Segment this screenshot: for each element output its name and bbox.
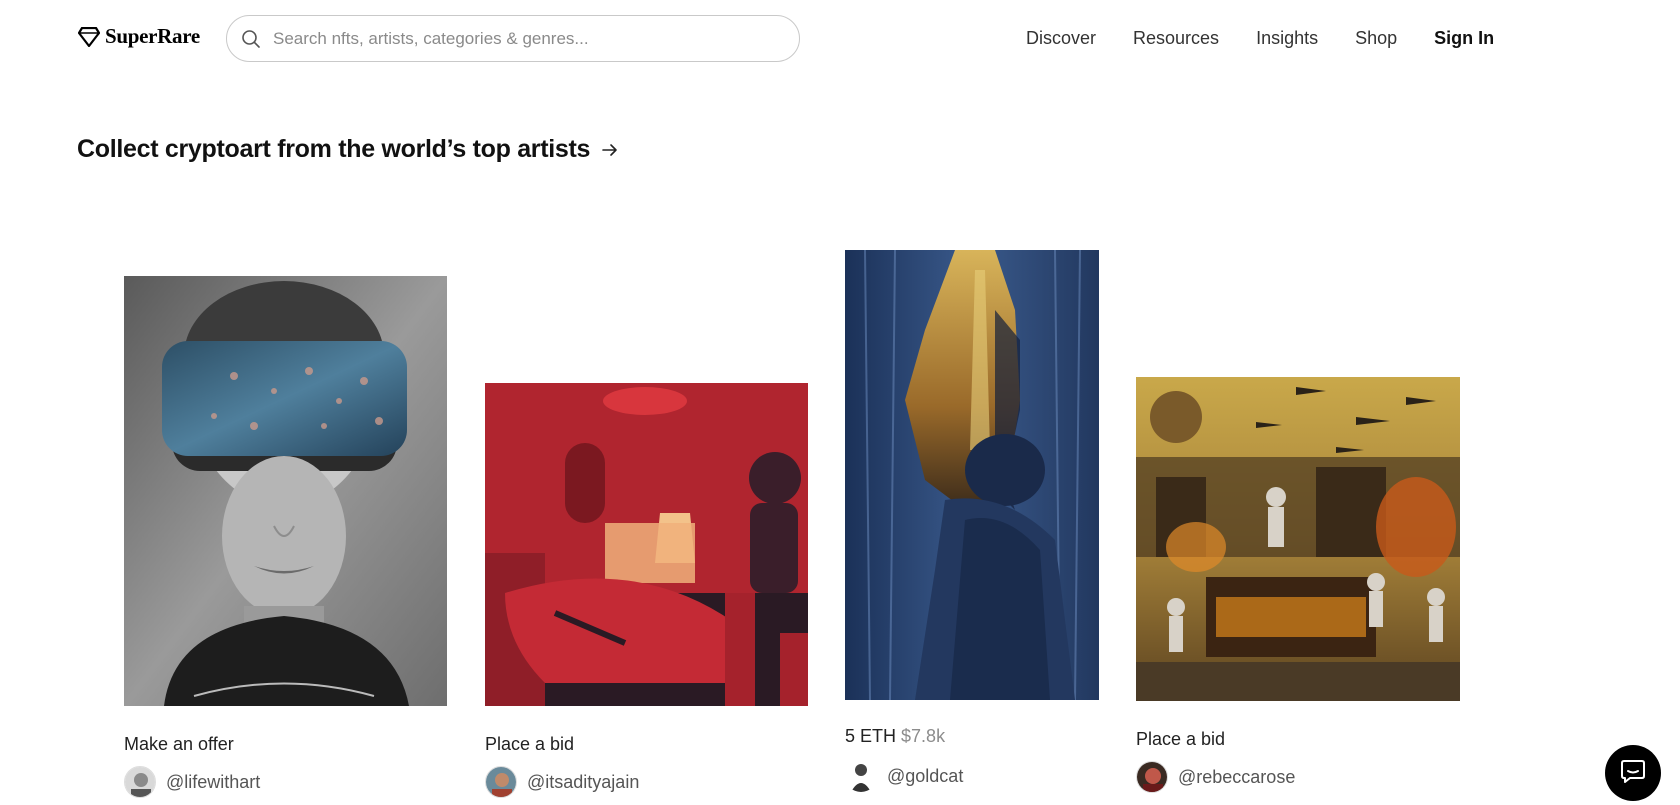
avatar	[845, 760, 877, 792]
search-icon	[241, 28, 263, 50]
artist-link[interactable]: @itsadityajain	[485, 766, 639, 798]
main-nav: Discover Resources Insights Shop Sign In	[1026, 28, 1494, 49]
section-headline[interactable]: Collect cryptoart from the world’s top a…	[77, 135, 622, 164]
artwork-card[interactable]: Make an offer @lifewithart	[124, 276, 447, 798]
artist-handle: @rebeccarose	[1178, 766, 1296, 787]
price-eth: 5 ETH	[845, 726, 897, 746]
chat-launcher-button[interactable]	[1605, 745, 1661, 801]
arrow-right-icon	[600, 139, 622, 161]
sign-in-link[interactable]: Sign In	[1434, 28, 1494, 49]
nav-resources[interactable]: Resources	[1133, 28, 1219, 49]
card-status: Make an offer	[124, 734, 234, 754]
headline-text: Collect cryptoart from the world’s top a…	[77, 135, 591, 163]
artist-link[interactable]: @rebeccarose	[1136, 761, 1295, 793]
card-status: Place a bid	[1136, 729, 1226, 749]
artwork-image-vr-headset-portrait[interactable]	[124, 276, 447, 706]
search-bar[interactable]	[226, 15, 800, 62]
artist-handle: @goldcat	[887, 765, 964, 786]
card-price: 5 ETH $7.8k	[845, 726, 945, 747]
artist-link[interactable]: @goldcat	[845, 760, 963, 792]
artwork-card[interactable]: Place a bid @rebeccarose	[1136, 377, 1460, 793]
chat-bubble-icon	[1620, 758, 1646, 789]
artwork-image-war-collage[interactable]	[1136, 377, 1460, 701]
diamond-icon	[78, 26, 100, 47]
avatar	[124, 766, 156, 798]
price-usd: $7.8k	[901, 726, 946, 746]
artist-handle: @lifewithart	[166, 771, 261, 792]
nav-discover[interactable]: Discover	[1026, 28, 1096, 49]
artwork-card[interactable]: 5 ETH $7.8k @goldcat	[845, 250, 1099, 792]
artwork-image-red-room[interactable]	[485, 383, 808, 706]
artist-handle: @itsadityajain	[527, 771, 640, 792]
nav-insights[interactable]: Insights	[1256, 28, 1318, 49]
nav-shop[interactable]: Shop	[1355, 28, 1397, 49]
artist-link[interactable]: @lifewithart	[124, 766, 260, 798]
artwork-card[interactable]: Place a bid @itsadityajain	[485, 383, 808, 798]
card-status: Place a bid	[485, 734, 575, 754]
brand-name: SuperRare	[105, 24, 200, 48]
artwork-image-blue-figure[interactable]	[845, 250, 1099, 700]
avatar	[1136, 761, 1168, 793]
superrare-logo[interactable]: SuperRare	[78, 24, 200, 49]
search-input[interactable]	[273, 28, 753, 49]
avatar	[485, 766, 517, 798]
